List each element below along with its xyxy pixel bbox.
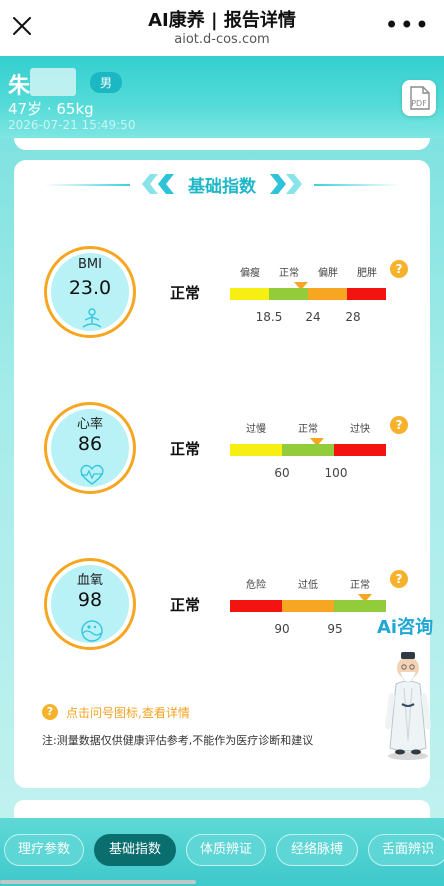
- patient-age-weight: 47岁 · 65kg: [8, 100, 94, 118]
- pdf-icon[interactable]: PDF: [402, 80, 436, 116]
- oxygen-icon: [81, 620, 103, 642]
- next-card-edge: [14, 800, 430, 820]
- question-icon[interactable]: ?: [390, 260, 408, 278]
- tab-meridian-pulse[interactable]: 经络脉搏: [276, 834, 358, 866]
- scale-value: 100: [324, 466, 348, 480]
- metric-status: 正常: [170, 596, 201, 614]
- patient-header: 朱 男 47岁 · 65kg 2026-07-21 15:49:50 PDF: [0, 56, 444, 138]
- bar-segment: [334, 600, 386, 612]
- bar-segment: [308, 288, 347, 300]
- page-title: AI康养 | 报告详情: [148, 10, 296, 31]
- metric-label: 心率: [76, 417, 103, 432]
- scale-label: 正常: [279, 268, 299, 279]
- metric-label: 血氧: [76, 573, 103, 588]
- tab-tongue-face[interactable]: 舌面辨识: [368, 834, 444, 866]
- metric-heart-rate: 心率 86 正常 过慢 正常 过快 60 100 ?: [14, 402, 430, 512]
- scale-value: 95: [327, 622, 343, 636]
- scale-label: 偏胖: [318, 268, 338, 279]
- hint-text: 点击问号图标,查看详情: [66, 706, 190, 720]
- hint-question-icon: ?: [42, 704, 58, 720]
- bar-segment: [269, 288, 308, 300]
- meditation-icon: [82, 308, 102, 328]
- metric-value: 98: [77, 589, 103, 611]
- scale-label: 过快: [350, 424, 370, 435]
- patient-name: 朱: [8, 74, 31, 99]
- scale-label: 过低: [298, 580, 318, 591]
- scale-label: 偏瘦: [240, 268, 260, 279]
- bar-segment: [282, 444, 334, 456]
- tab-constitution[interactable]: 体质辨证: [186, 834, 266, 866]
- metric-circle: 心率 86: [44, 402, 136, 494]
- metric-value: 23.0: [68, 277, 112, 299]
- report-timestamp: 2026-07-21 15:49:50: [8, 118, 136, 132]
- scale-value: 90: [274, 622, 290, 636]
- page-url: aiot.d-cos.com: [174, 32, 270, 47]
- chevrons-right-icon: [270, 174, 302, 194]
- bar-segment: [230, 600, 282, 612]
- name-redaction: [30, 68, 76, 96]
- tabbar-scroll-indicator[interactable]: [0, 880, 196, 884]
- previous-card-edge: [14, 138, 430, 150]
- heart-rate-icon: [80, 464, 104, 485]
- svg-text:PDF: PDF: [411, 99, 427, 108]
- disclaimer-note: 注:测量数据仅供健康评估参考,不能作为医疗诊断和建议: [42, 734, 314, 747]
- question-icon[interactable]: ?: [390, 570, 408, 588]
- bar-segment: [334, 444, 386, 456]
- question-icon[interactable]: ?: [390, 416, 408, 434]
- scale-value: 28: [345, 310, 361, 324]
- scale-label: 肥胖: [357, 268, 377, 279]
- bar-segment: [230, 444, 282, 456]
- scale-value: 60: [274, 466, 290, 480]
- metric-status: 正常: [170, 440, 201, 458]
- bar-segment: [230, 288, 269, 300]
- title-decoration-line-right: [314, 184, 400, 186]
- scale-label: 正常: [350, 580, 370, 591]
- basic-index-card: 基础指数 BMI 23.0 正常 偏瘦 正常 偏胖 肥胖 18.5 24 28 …: [14, 160, 430, 788]
- metric-status: 正常: [170, 284, 201, 302]
- bottom-tab-bar: 理疗参数 基础指数 体质辨证 经络脉搏 舌面辨识: [0, 818, 444, 886]
- scale-value: 24: [305, 310, 321, 324]
- scale-label: 正常: [298, 424, 318, 435]
- metric-bmi: BMI 23.0 正常 偏瘦 正常 偏胖 肥胖 18.5 24 28 ?: [14, 246, 430, 356]
- tab-basic-index[interactable]: 基础指数: [94, 834, 176, 866]
- ai-consult-label[interactable]: Ai咨询: [377, 613, 433, 639]
- metric-circle: 血氧 98: [44, 558, 136, 650]
- browser-topbar: AI康养 | 报告详情 aiot.d-cos.com •••: [0, 0, 444, 56]
- bar-segment: [282, 600, 334, 612]
- metric-circle: BMI 23.0: [44, 246, 136, 338]
- scale-value: 18.5: [255, 310, 283, 324]
- metric-label: BMI: [78, 257, 102, 272]
- scale-label: 危险: [246, 580, 266, 591]
- metric-blood-oxygen: 血氧 98 正常 危险 过低 正常 90 95 ?: [14, 558, 430, 668]
- scale-label: 过慢: [246, 424, 266, 435]
- more-icon[interactable]: •••: [385, 13, 430, 37]
- bar-segment: [347, 288, 386, 300]
- gender-badge: 男: [90, 72, 123, 93]
- metric-value: 86: [77, 433, 103, 455]
- tab-therapy-params[interactable]: 理疗参数: [4, 834, 84, 866]
- sage-avatar-icon[interactable]: [382, 644, 434, 762]
